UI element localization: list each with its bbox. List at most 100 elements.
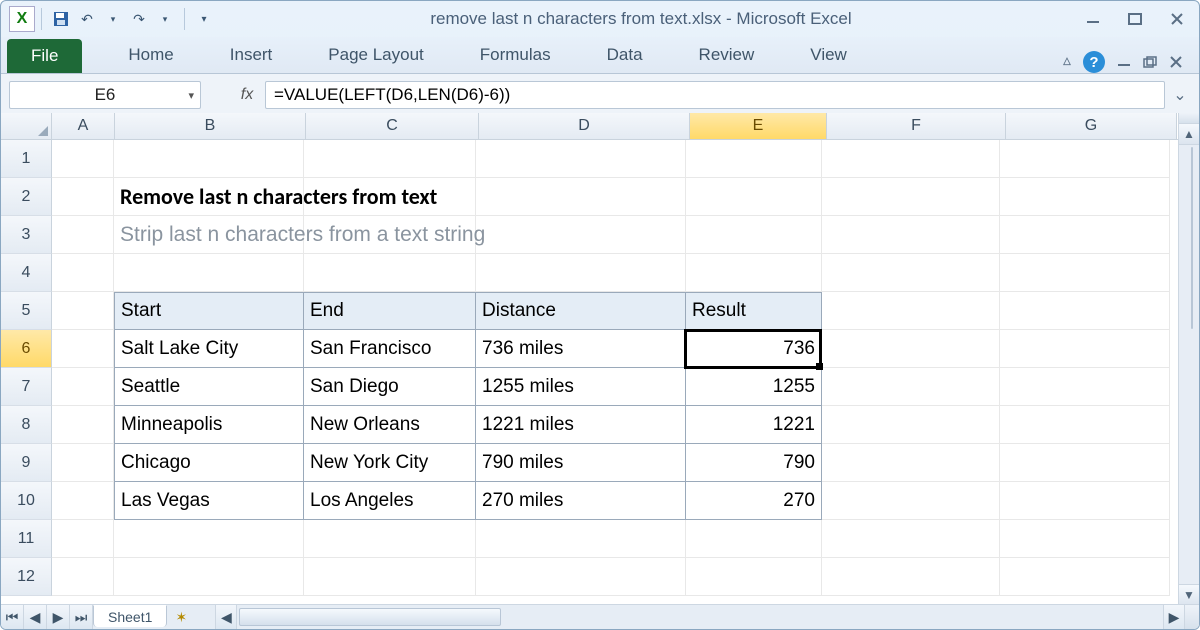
maximize-icon[interactable] <box>1121 9 1149 29</box>
cell-G10[interactable] <box>1000 482 1170 520</box>
vscroll-thumb[interactable] <box>1191 147 1193 329</box>
qat-customize-icon[interactable]: ▾ <box>193 8 215 30</box>
cell-C9[interactable]: New York City <box>304 444 476 482</box>
cell-F4[interactable] <box>822 254 1000 292</box>
save-icon[interactable] <box>50 8 72 30</box>
cell-A10[interactable] <box>52 482 114 520</box>
fx-icon[interactable]: fx <box>233 86 261 104</box>
cell-A12[interactable] <box>52 558 114 596</box>
cell-A7[interactable] <box>52 368 114 406</box>
cell-G6[interactable] <box>1000 330 1170 368</box>
grid-main[interactable]: ABCDEFG 12Remove last n characters from … <box>1 113 1178 605</box>
cell-E8[interactable]: 1221 <box>686 406 822 444</box>
cell-F10[interactable] <box>822 482 1000 520</box>
tab-view[interactable]: View <box>794 39 863 73</box>
cell-G9[interactable] <box>1000 444 1170 482</box>
tab-formulas[interactable]: Formulas <box>464 39 567 73</box>
sheet-nav-last-icon[interactable]: ⏭ <box>70 605 93 629</box>
cell-F9[interactable] <box>822 444 1000 482</box>
cell-G8[interactable] <box>1000 406 1170 444</box>
cell-A3[interactable] <box>52 216 114 254</box>
cell-D2[interactable] <box>476 178 686 216</box>
cell-G4[interactable] <box>1000 254 1170 292</box>
ribbon-minimize-icon[interactable]: ▿ <box>1063 52 1071 72</box>
cell-E4[interactable] <box>686 254 822 292</box>
cell-A6[interactable] <box>52 330 114 368</box>
redo-icon[interactable]: ↷ <box>128 8 150 30</box>
cell-D3[interactable] <box>476 216 686 254</box>
row-header-7[interactable]: 7 <box>1 368 52 406</box>
cell-D6[interactable]: 736 miles <box>476 330 686 368</box>
select-all-corner[interactable] <box>1 113 52 139</box>
cell-E7[interactable]: 1255 <box>686 368 822 406</box>
cell-A11[interactable] <box>52 520 114 558</box>
cell-B3[interactable]: Strip last n characters from a text stri… <box>114 216 304 254</box>
row-header-3[interactable]: 3 <box>1 216 52 254</box>
cell-G7[interactable] <box>1000 368 1170 406</box>
cell-B5[interactable]: Start <box>114 292 304 330</box>
cell-D10[interactable]: 270 miles <box>476 482 686 520</box>
cell-G3[interactable] <box>1000 216 1170 254</box>
vertical-scrollbar[interactable]: ▲ ▼ <box>1178 113 1199 605</box>
cell-B4[interactable] <box>114 254 304 292</box>
scroll-right-icon[interactable]: ▶ <box>1163 605 1184 629</box>
sheet-nav-first-icon[interactable]: ⏮ <box>1 605 24 629</box>
cell-A8[interactable] <box>52 406 114 444</box>
cell-D7[interactable]: 1255 miles <box>476 368 686 406</box>
cell-A2[interactable] <box>52 178 114 216</box>
sheet-nav-next-icon[interactable]: ▶ <box>47 605 70 629</box>
name-box-dropdown-icon[interactable]: ▾ <box>188 89 194 102</box>
file-tab[interactable]: File <box>7 39 82 73</box>
cell-E9[interactable]: 790 <box>686 444 822 482</box>
cell-E3[interactable] <box>686 216 822 254</box>
cell-E5[interactable]: Result <box>686 292 822 330</box>
cell-C7[interactable]: San Diego <box>304 368 476 406</box>
tab-data[interactable]: Data <box>591 39 659 73</box>
name-box[interactable]: E6 ▾ <box>9 81 201 109</box>
cell-D5[interactable]: Distance <box>476 292 686 330</box>
column-header-D[interactable]: D <box>479 113 690 139</box>
cell-B8[interactable]: Minneapolis <box>114 406 304 444</box>
help-icon[interactable]: ? <box>1083 51 1105 73</box>
cell-F2[interactable] <box>822 178 1000 216</box>
workbook-close-icon[interactable] <box>1169 56 1183 68</box>
new-sheet-icon[interactable]: ✶ <box>167 605 195 629</box>
cell-B10[interactable]: Las Vegas <box>114 482 304 520</box>
row-header-9[interactable]: 9 <box>1 444 52 482</box>
redo-dropdown-icon[interactable]: ▾ <box>154 8 176 30</box>
cell-C10[interactable]: Los Angeles <box>304 482 476 520</box>
cell-F8[interactable] <box>822 406 1000 444</box>
cell-C11[interactable] <box>304 520 476 558</box>
column-header-G[interactable]: G <box>1006 113 1177 139</box>
tab-review[interactable]: Review <box>683 39 771 73</box>
cell-B1[interactable] <box>114 140 304 178</box>
cell-A9[interactable] <box>52 444 114 482</box>
horizontal-scrollbar[interactable]: ◀ ▶ <box>215 605 1184 629</box>
row-header-11[interactable]: 11 <box>1 520 52 558</box>
formula-input[interactable]: =VALUE(LEFT(D6,LEN(D6)-6)) <box>265 81 1165 109</box>
cell-G11[interactable] <box>1000 520 1170 558</box>
scroll-up-icon[interactable]: ▲ <box>1179 124 1199 145</box>
cell-A1[interactable] <box>52 140 114 178</box>
cell-E12[interactable] <box>686 558 822 596</box>
hscroll-thumb[interactable] <box>239 608 501 626</box>
cell-B7[interactable]: Seattle <box>114 368 304 406</box>
cell-G5[interactable] <box>1000 292 1170 330</box>
cell-F12[interactable] <box>822 558 1000 596</box>
cell-B6[interactable]: Salt Lake City <box>114 330 304 368</box>
cell-C5[interactable]: End <box>304 292 476 330</box>
sheet-nav-prev-icon[interactable]: ◀ <box>24 605 47 629</box>
cell-E10[interactable]: 270 <box>686 482 822 520</box>
cell-D9[interactable]: 790 miles <box>476 444 686 482</box>
cell-D1[interactable] <box>476 140 686 178</box>
cell-F7[interactable] <box>822 368 1000 406</box>
row-header-5[interactable]: 5 <box>1 292 52 330</box>
cell-B11[interactable] <box>114 520 304 558</box>
cell-C12[interactable] <box>304 558 476 596</box>
row-header-2[interactable]: 2 <box>1 178 52 216</box>
row-header-10[interactable]: 10 <box>1 482 52 520</box>
cell-C8[interactable]: New Orleans <box>304 406 476 444</box>
minimize-icon[interactable] <box>1079 9 1107 29</box>
cell-F3[interactable] <box>822 216 1000 254</box>
column-header-F[interactable]: F <box>827 113 1006 139</box>
